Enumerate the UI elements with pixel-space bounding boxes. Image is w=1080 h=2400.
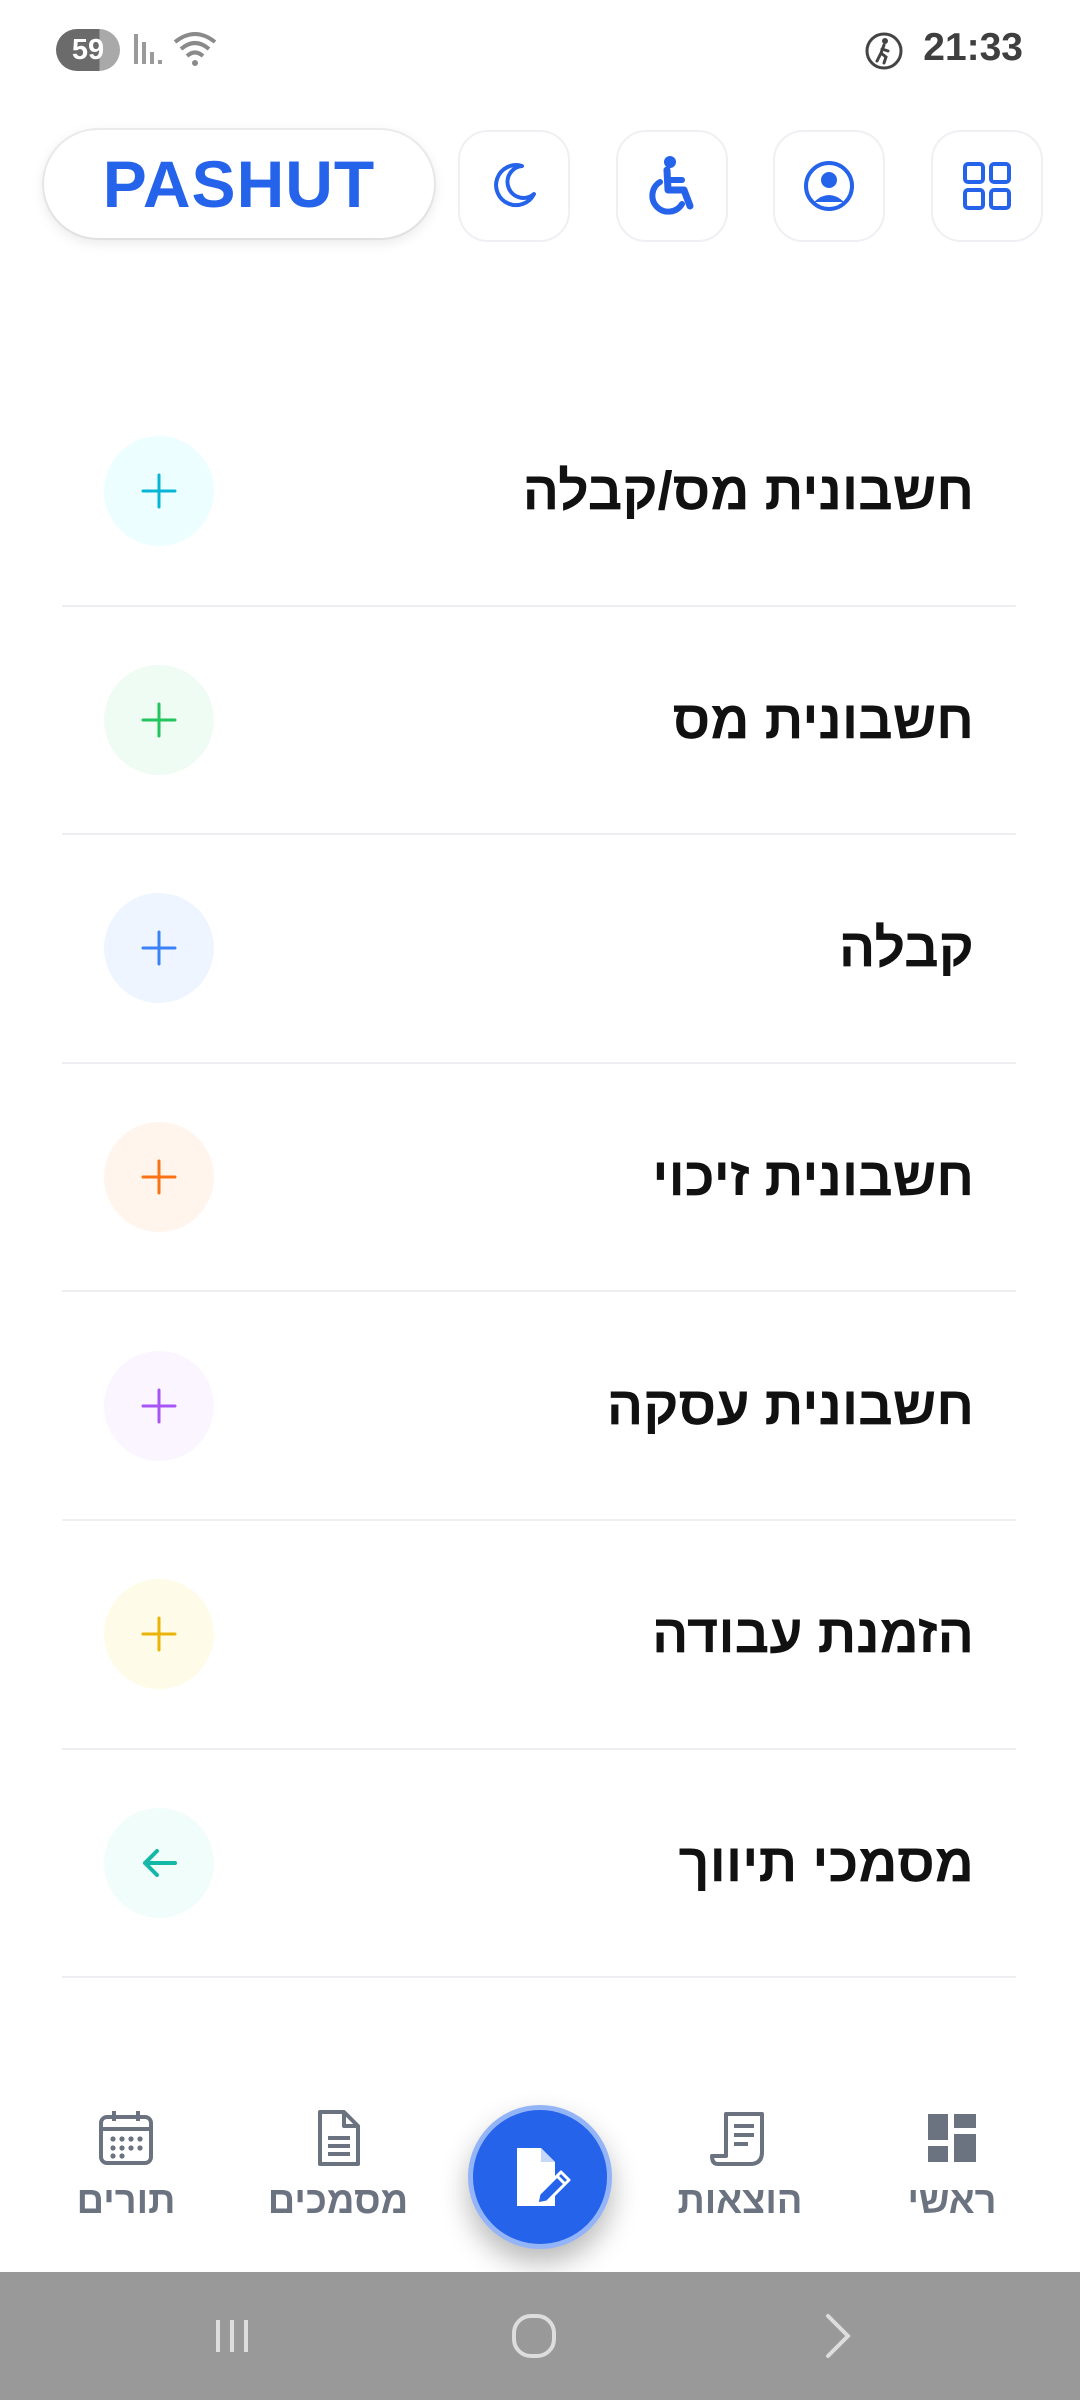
brand-logo[interactable]: PASHUT: [44, 130, 434, 238]
home-circle-icon: [512, 2314, 556, 2358]
status-bar: 59 21:33: [0, 0, 1080, 100]
plus-icon: [141, 1159, 177, 1195]
add-document-button[interactable]: [104, 1579, 214, 1690]
home-button[interactable]: [494, 2302, 574, 2370]
add-document-button[interactable]: [104, 893, 214, 1004]
accessibility-icon: [649, 156, 694, 215]
document-type-row[interactable]: מסמכי תיווך: [62, 1750, 1016, 1979]
add-document-button[interactable]: [104, 436, 214, 547]
nav-appointments[interactable]: תורים: [36, 2108, 216, 2223]
plus-icon: [141, 930, 177, 966]
document-type-list: חשבונית מס/קבלה חשבונית מס קבלה חשבונית זיכ…: [62, 378, 1016, 1979]
receipt-icon: [710, 2112, 764, 2166]
app-header: PASHUT: [0, 130, 1080, 242]
document-type-label: הזמנת עבודה: [652, 1604, 974, 1665]
plus-icon: [141, 1616, 177, 1652]
document-type-label: חשבונית עסקה: [606, 1375, 974, 1436]
system-nav-bar: [0, 2272, 1080, 2400]
document-edit-icon: [517, 2148, 571, 2206]
document-type-row[interactable]: קבלה: [62, 835, 1016, 1064]
document-type-row[interactable]: חשבונית זיכוי: [62, 1064, 1016, 1293]
chevron-right-icon: [826, 2314, 851, 2358]
battery-indicator: 59: [56, 29, 120, 71]
document-type-row[interactable]: הזמנת עבודה: [62, 1521, 1016, 1750]
battery-level: 59: [71, 33, 105, 66]
apps-menu-button[interactable]: [931, 130, 1043, 242]
recent-apps-icon: [216, 2320, 248, 2352]
arrow-left-icon: [143, 1848, 177, 1877]
dark-mode-button[interactable]: [458, 130, 570, 242]
plus-icon: [141, 1388, 177, 1424]
nav-expenses[interactable]: הוצאות: [650, 2108, 830, 2223]
recent-apps-button[interactable]: [192, 2302, 272, 2370]
signal-icon: [134, 34, 162, 64]
plus-icon: [141, 702, 177, 738]
walking-icon: [865, 32, 903, 70]
add-document-button[interactable]: [104, 1122, 214, 1233]
nav-label: מסמכים: [267, 2180, 409, 2222]
moon-icon: [494, 163, 536, 208]
add-document-button[interactable]: [104, 664, 214, 775]
dashboard-icon: [928, 2114, 976, 2162]
document-type-label: חשבונית מס/קבלה: [522, 461, 974, 522]
profile-button[interactable]: [773, 130, 885, 242]
brand-name: PASHUT: [102, 147, 376, 221]
nav-label: ראשי: [907, 2180, 997, 2222]
clock: 21:33: [923, 26, 1023, 69]
document-type-row[interactable]: חשבונית מס/קבלה: [62, 378, 1016, 607]
nav-label: תורים: [76, 2180, 176, 2222]
new-document-fab[interactable]: [468, 2105, 612, 2249]
bottom-nav: תורים מסמכים הוצאות ראשי: [0, 2080, 1080, 2272]
document-type-row[interactable]: חשבונית מס: [62, 607, 1016, 836]
plus-icon: [141, 473, 177, 509]
back-button[interactable]: [798, 2302, 878, 2370]
user-circle-icon: [804, 161, 854, 211]
nav-home[interactable]: ראשי: [862, 2108, 1042, 2223]
document-type-label: חשבונית זיכוי: [652, 1147, 974, 1208]
calendar-icon: [99, 2111, 153, 2165]
document-type-label: מסמכי תיווך: [678, 1832, 974, 1893]
add-document-button[interactable]: [104, 1807, 214, 1918]
document-type-row[interactable]: חשבונית עסקה: [62, 1292, 1016, 1521]
nav-label: הוצאות: [677, 2180, 803, 2222]
nav-documents[interactable]: מסמכים: [248, 2108, 428, 2223]
document-type-label: קבלה: [838, 918, 974, 979]
accessibility-button[interactable]: [616, 130, 728, 242]
document-type-label: חשבונית מס: [672, 689, 974, 750]
add-document-button[interactable]: [104, 1350, 214, 1461]
document-icon: [318, 2110, 360, 2166]
wifi-icon: [173, 32, 217, 66]
grid-icon: [963, 162, 1011, 210]
